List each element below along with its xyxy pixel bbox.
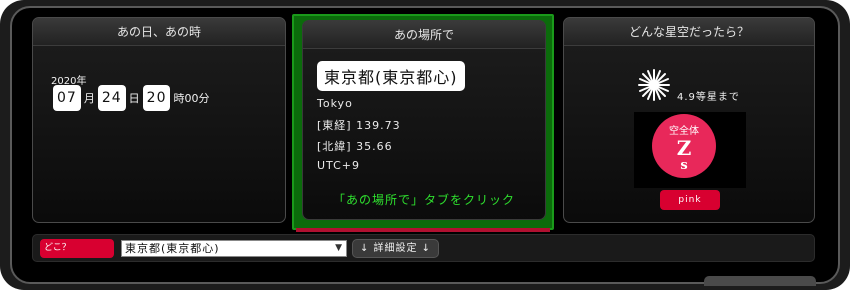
- sky-preview: 空全体 Z s: [634, 112, 746, 188]
- panel-sky-title: どんな星空だったら？: [564, 18, 814, 46]
- month-unit: 月: [83, 92, 95, 105]
- location-select-value: 東京都(東京都心): [125, 242, 220, 255]
- magnitude-label: 4.9等星まで: [677, 92, 740, 103]
- day-unit: 日: [128, 92, 140, 105]
- city-english: Tokyo: [317, 97, 353, 110]
- sky-circle-line1: 空全体: [669, 126, 699, 137]
- where-button[interactable]: どこ？: [40, 239, 114, 258]
- panel-where-title: あの場所で: [303, 21, 545, 49]
- hour-field[interactable]: 20: [142, 85, 171, 111]
- day-field[interactable]: 24: [97, 85, 126, 111]
- sky-circle-line3: s: [680, 158, 688, 173]
- hour-unit: 時00分: [173, 92, 210, 105]
- corner-tab: [704, 276, 816, 286]
- color-button[interactable]: pink: [660, 190, 720, 210]
- latitude-value: [北緯] 35.66: [317, 140, 393, 153]
- panel-when[interactable]: あの日、あの時 2020年 07 月 24 日 20 時00分: [32, 17, 286, 223]
- panel-sky[interactable]: どんな星空だったら？ 4.9等星まで 空全体 Z s pink: [563, 17, 815, 223]
- timezone-value: UTC+9: [317, 159, 361, 172]
- click-hint: 「あの場所で」タブをクリック: [332, 193, 515, 207]
- longitude-value: [東経] 139.73: [317, 119, 401, 132]
- location-select[interactable]: 東京都(東京都心) ▼: [121, 240, 347, 257]
- datetime-row: 07 月 24 日 20 時00分: [51, 85, 210, 111]
- panel-where-underline: [296, 228, 550, 232]
- panel-where[interactable]: あの場所で 東京都(東京都心) Tokyo [東経] 139.73 [北緯] 3…: [302, 20, 546, 220]
- sky-circle-line2: Z: [676, 136, 692, 160]
- city-name: 東京都(東京都心): [317, 61, 465, 91]
- panel-when-title: あの日、あの時: [33, 18, 285, 46]
- chevron-down-icon: ▼: [335, 243, 343, 253]
- month-field[interactable]: 07: [53, 85, 81, 111]
- detail-settings-button[interactable]: ↓ 詳細設定 ↓: [352, 239, 439, 258]
- sky-circle: 空全体 Z s: [652, 114, 716, 178]
- sparkle-icon: [638, 69, 670, 101]
